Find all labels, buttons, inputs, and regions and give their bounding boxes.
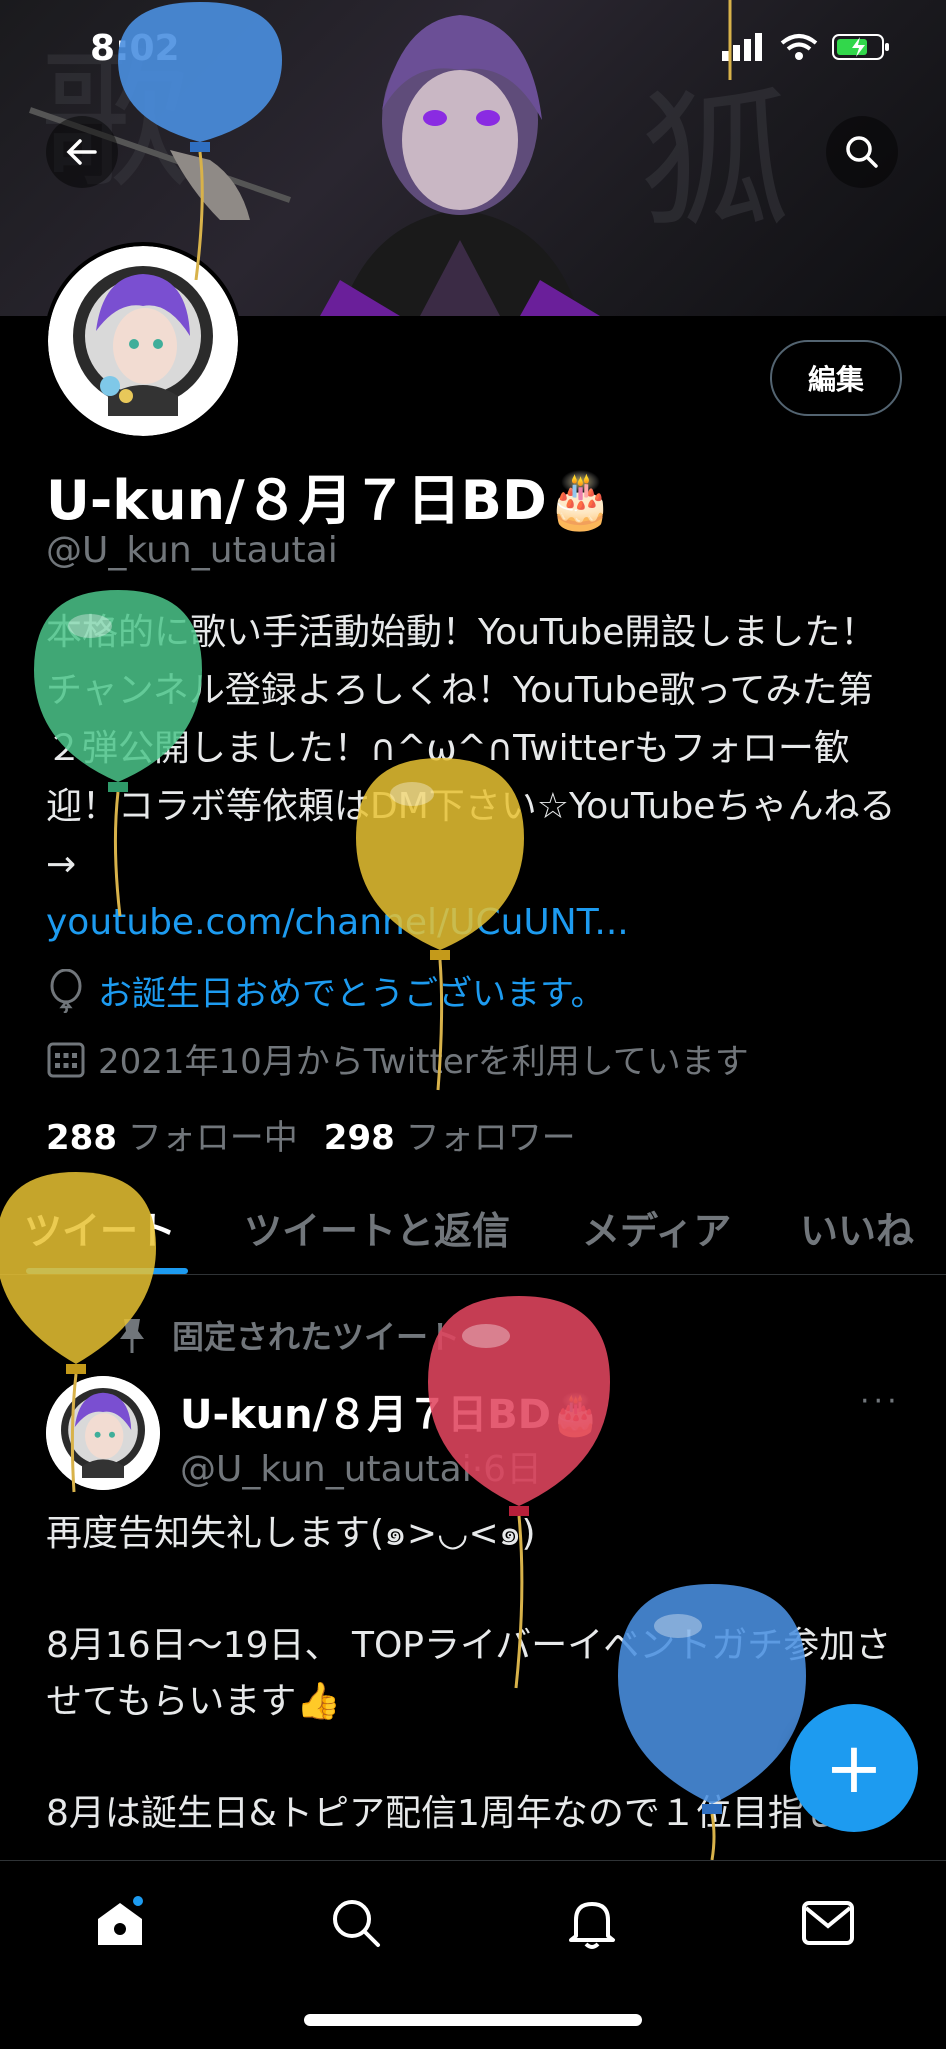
compose-plus-icon: + bbox=[824, 1727, 884, 1809]
bio-text: 本格的に歌い手活動始動！YouTube開設しました！チャンネル登録よろしくね！Y… bbox=[46, 612, 896, 885]
joined-row: 2021年10月からTwitterを利用しています bbox=[46, 1034, 749, 1083]
joined-text: 2021年10月からTwitterを利用しています bbox=[98, 1042, 749, 1082]
pinned-label-row: 固定されたツイート bbox=[112, 1312, 460, 1358]
tweet-author-name[interactable]: U-kun/８月７日BD🎂 bbox=[180, 1382, 601, 1440]
profile-handle: @U_kun_utautai bbox=[46, 530, 338, 571]
calendar-icon bbox=[47, 1042, 85, 1077]
search-button[interactable] bbox=[826, 116, 898, 188]
balloon-icon bbox=[50, 968, 82, 1013]
back-button[interactable] bbox=[46, 116, 118, 188]
tab-tweets[interactable]: ツイート bbox=[24, 1200, 176, 1255]
more-options-button[interactable]: ··· bbox=[860, 1384, 901, 1419]
pinned-label: 固定されたツイート bbox=[172, 1318, 461, 1356]
banner-character-art bbox=[320, 15, 600, 316]
tweet-author-meta: @U_kun_utautai·6日 bbox=[180, 1449, 543, 1490]
follow-stats: 288 フォロー中 298 フォロワー bbox=[46, 1110, 576, 1159]
bell-icon bbox=[569, 1902, 615, 1949]
tweet-author-handle: @U_kun_utautai bbox=[180, 1449, 472, 1490]
compose-tweet-button[interactable]: + bbox=[790, 1704, 918, 1832]
tweet-avatar[interactable] bbox=[46, 1376, 160, 1490]
nav-notifications[interactable] bbox=[560, 1891, 624, 1955]
banner-calligraphy: 狐 bbox=[640, 75, 791, 249]
tab-tweets-replies[interactable]: ツイートと返信 bbox=[244, 1200, 510, 1255]
wifi-icon bbox=[780, 34, 818, 60]
profile-name: U-kun/８月７日BD🎂 bbox=[46, 469, 615, 532]
following-link[interactable]: 288 フォロー中 bbox=[46, 1110, 298, 1159]
mail-icon bbox=[802, 1901, 854, 1945]
followers-label: フォロワー bbox=[405, 1118, 576, 1158]
search-icon bbox=[846, 136, 878, 168]
bio-link[interactable]: youtube.com/channel/UCuUNT... bbox=[46, 902, 629, 943]
profile-avatar[interactable] bbox=[44, 242, 242, 440]
following-label: フォロー中 bbox=[127, 1118, 298, 1158]
pin-icon bbox=[120, 1319, 144, 1353]
battery-icon bbox=[832, 34, 889, 60]
following-count: 288 bbox=[46, 1118, 117, 1158]
home-indicator bbox=[304, 2014, 642, 2026]
tweet-time: 6日 bbox=[483, 1449, 543, 1490]
active-tab-indicator bbox=[26, 1268, 188, 1274]
nav-home[interactable] bbox=[88, 1891, 152, 1955]
tab-media[interactable]: メディア bbox=[582, 1200, 731, 1255]
followers-count: 298 bbox=[323, 1118, 395, 1158]
birthday-row: お誕生日おめでとうございます。 bbox=[46, 966, 605, 1015]
birthday-text[interactable]: お誕生日おめでとうございます。 bbox=[98, 966, 605, 1015]
followers-link[interactable]: 298 フォロワー bbox=[324, 1110, 576, 1159]
avatar-image bbox=[46, 1376, 160, 1490]
status-time: 8:02 bbox=[90, 28, 180, 69]
signal-icon bbox=[722, 33, 762, 61]
nav-explore[interactable] bbox=[324, 1891, 388, 1955]
nav-messages[interactable] bbox=[796, 1891, 860, 1955]
search-icon bbox=[333, 1900, 380, 1947]
profile-tabs: ツイート ツイートと返信 メディア いいね bbox=[0, 1180, 946, 1275]
back-arrow-icon bbox=[66, 139, 97, 165]
profile-bio: 本格的に歌い手活動始動！YouTube開設しました！チャンネル登録よろしくね！Y… bbox=[46, 604, 906, 952]
avatar-image bbox=[48, 246, 238, 436]
edit-profile-button[interactable]: 編集 bbox=[770, 340, 902, 416]
tab-likes[interactable]: いいね bbox=[800, 1200, 914, 1255]
home-icon bbox=[98, 1896, 143, 1945]
status-icons bbox=[722, 32, 892, 62]
tweet-text: 再度告知失礼します(๑>◡<๑) 8月16日〜19日、 TOPライバーイベントガ… bbox=[46, 1513, 892, 1834]
